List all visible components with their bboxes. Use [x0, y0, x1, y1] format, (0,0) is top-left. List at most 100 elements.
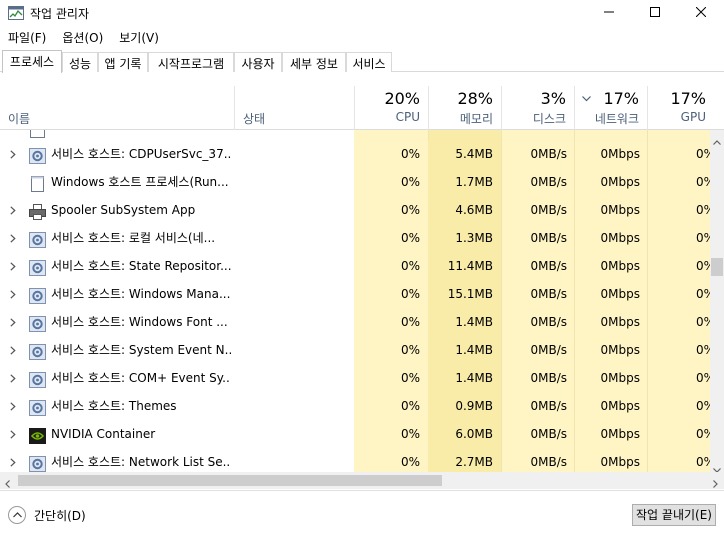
tab-details[interactable]: 세부 정보 — [282, 52, 346, 72]
memory-value: 1.4MB — [428, 364, 501, 392]
memory-value: 1.7MB — [428, 168, 501, 196]
tab-services[interactable]: 서비스 — [346, 52, 392, 72]
table-row-partial[interactable] — [0, 130, 710, 140]
scroll-right-icon[interactable] — [713, 477, 718, 491]
memory-value: 1.4MB — [428, 336, 501, 364]
column-cpu[interactable]: 20% CPU — [355, 86, 428, 130]
gear-icon — [29, 398, 46, 416]
memory-value: 15.1MB — [428, 280, 501, 308]
disk-value: 0MB/s — [530, 175, 567, 189]
table-row[interactable]: 서비스 호스트: COM+ Event Sy... 0% 1.4MB 0MB/s… — [0, 364, 710, 392]
gpu-value: 0% — [696, 259, 710, 273]
gear-icon — [29, 314, 46, 332]
memory-value: 6.0MB — [428, 420, 501, 448]
expand-chevron-icon[interactable] — [7, 364, 19, 392]
memory-value: 11.4MB — [428, 252, 501, 280]
memory-total: 28% — [457, 89, 493, 108]
table-row[interactable]: Windows 호스트 프로세스(Run... 0% 1.7MB 0MB/s 0… — [0, 168, 710, 196]
menu-file[interactable]: 파일(F) — [0, 27, 54, 47]
gear-icon — [29, 454, 46, 472]
network-value: 0Mbps — [600, 231, 640, 245]
expand-chevron-icon[interactable] — [7, 280, 19, 308]
network-value: 0Mbps — [600, 259, 640, 273]
tab-startup[interactable]: 시작프로그램 — [148, 52, 234, 72]
column-memory[interactable]: 28% 메모리 — [429, 86, 501, 130]
table-row[interactable]: 서비스 호스트: Network List Se... 0% 2.7MB 0MB… — [0, 448, 710, 472]
maximize-button[interactable] — [632, 0, 678, 26]
menu-bar: 파일(F) 옵션(O) 보기(V) — [0, 27, 167, 47]
tab-performance[interactable]: 성능 — [62, 52, 98, 72]
title-bar: 작업 관리자 — [0, 0, 724, 26]
menu-options[interactable]: 옵션(O) — [54, 27, 111, 47]
process-name: NVIDIA Container — [51, 427, 156, 441]
process-name: 서비스 호스트: Windows Mana... — [51, 287, 231, 301]
gpu-value: 0% — [696, 427, 710, 441]
gpu-value: 0% — [696, 203, 710, 217]
fewer-details-button[interactable]: 간단히(D) — [8, 505, 86, 525]
column-gpu[interactable]: 17% GPU — [648, 86, 714, 130]
minimize-button[interactable] — [586, 0, 632, 26]
disk-value: 0MB/s — [530, 399, 567, 413]
cpu-value: 0% — [400, 455, 420, 469]
tab-processes[interactable]: 프로세스 — [2, 50, 62, 73]
expand-chevron-icon[interactable] — [7, 224, 19, 252]
cpu-value: 0% — [400, 371, 420, 385]
menu-view[interactable]: 보기(V) — [111, 27, 167, 47]
process-name: 서비스 호스트: Windows Font ... — [51, 315, 228, 329]
expand-chevron-icon[interactable] — [7, 392, 19, 420]
fewer-details-label: 간단히(D) — [34, 508, 86, 523]
expand-chevron-icon[interactable] — [7, 336, 19, 364]
table-row[interactable]: NVIDIA Container 0% 6.0MB 0MB/s 0Mbps 0% — [0, 420, 710, 448]
table-row[interactable]: 서비스 호스트: 로컬 서비스(네... 0% 1.3MB 0MB/s 0Mbp… — [0, 224, 710, 252]
maximize-icon — [650, 6, 660, 20]
cpu-value: 0% — [400, 399, 420, 413]
table-row[interactable]: 서비스 호스트: State Repositor... 0% 11.4MB 0M… — [0, 252, 710, 280]
gpu-total: 17% — [670, 89, 706, 108]
gear-icon — [29, 258, 46, 276]
network-value: 0Mbps — [600, 315, 640, 329]
memory-value: 1.3MB — [428, 224, 501, 252]
network-value: 0Mbps — [600, 427, 640, 441]
expand-chevron-icon[interactable] — [7, 448, 19, 472]
column-disk[interactable]: 3% 디스크 — [502, 86, 574, 130]
disk-value: 0MB/s — [530, 147, 567, 161]
process-name: 서비스 호스트: State Repositor... — [51, 259, 231, 273]
table-row[interactable]: 서비스 호스트: CDPUserSvc_37... 0% 5.4MB 0MB/s… — [0, 140, 710, 168]
expand-chevron-icon[interactable] — [7, 252, 19, 280]
cpu-value: 0% — [400, 259, 420, 273]
table-row[interactable]: 서비스 호스트: System Event N... 0% 1.4MB 0MB/… — [0, 336, 710, 364]
window-icon — [29, 174, 46, 192]
column-status[interactable]: 상태 — [235, 86, 354, 130]
horizontal-scrollbar[interactable] — [0, 472, 724, 489]
gpu-value: 0% — [696, 399, 710, 413]
vertical-scrollbar[interactable] — [710, 130, 724, 473]
expand-chevron-icon[interactable] — [7, 140, 19, 168]
disk-value: 0MB/s — [530, 371, 567, 385]
minimize-icon — [604, 6, 614, 20]
expand-chevron-icon[interactable] — [7, 420, 19, 448]
table-row[interactable]: 서비스 호스트: Themes 0% 0.9MB 0MB/s 0Mbps 0% — [0, 392, 710, 420]
chevron-up-icon — [8, 506, 26, 524]
expand-chevron-icon[interactable] — [7, 308, 19, 336]
column-cpu-label: CPU — [395, 110, 420, 124]
scroll-up-icon[interactable] — [713, 134, 721, 148]
process-name: 서비스 호스트: Themes — [51, 399, 177, 413]
horizontal-scroll-thumb[interactable] — [18, 475, 442, 486]
expand-chevron-icon[interactable] — [7, 196, 19, 224]
column-name[interactable]: 이름 — [0, 86, 234, 130]
table-row[interactable]: 서비스 호스트: Windows Mana... 0% 15.1MB 0MB/s… — [0, 280, 710, 308]
column-network-label: 네트워크 — [594, 112, 639, 126]
vertical-scroll-thumb[interactable] — [711, 258, 723, 276]
network-value: 0Mbps — [600, 147, 640, 161]
cpu-value: 0% — [400, 315, 420, 329]
gpu-value: 0% — [696, 343, 710, 357]
disk-value: 0MB/s — [530, 315, 567, 329]
close-button[interactable] — [678, 0, 724, 26]
process-name: 서비스 호스트: CDPUserSvc_37... — [51, 147, 231, 161]
tab-app-history[interactable]: 앱 기록 — [98, 52, 148, 72]
table-row[interactable]: Spooler SubSystem App 0% 4.6MB 0MB/s 0Mb… — [0, 196, 710, 224]
tab-users[interactable]: 사용자 — [234, 52, 282, 72]
end-task-button[interactable]: 작업 끝내기(E) — [632, 504, 716, 526]
scroll-left-icon[interactable] — [5, 477, 10, 491]
table-row[interactable]: 서비스 호스트: Windows Font ... 0% 1.4MB 0MB/s… — [0, 308, 710, 336]
